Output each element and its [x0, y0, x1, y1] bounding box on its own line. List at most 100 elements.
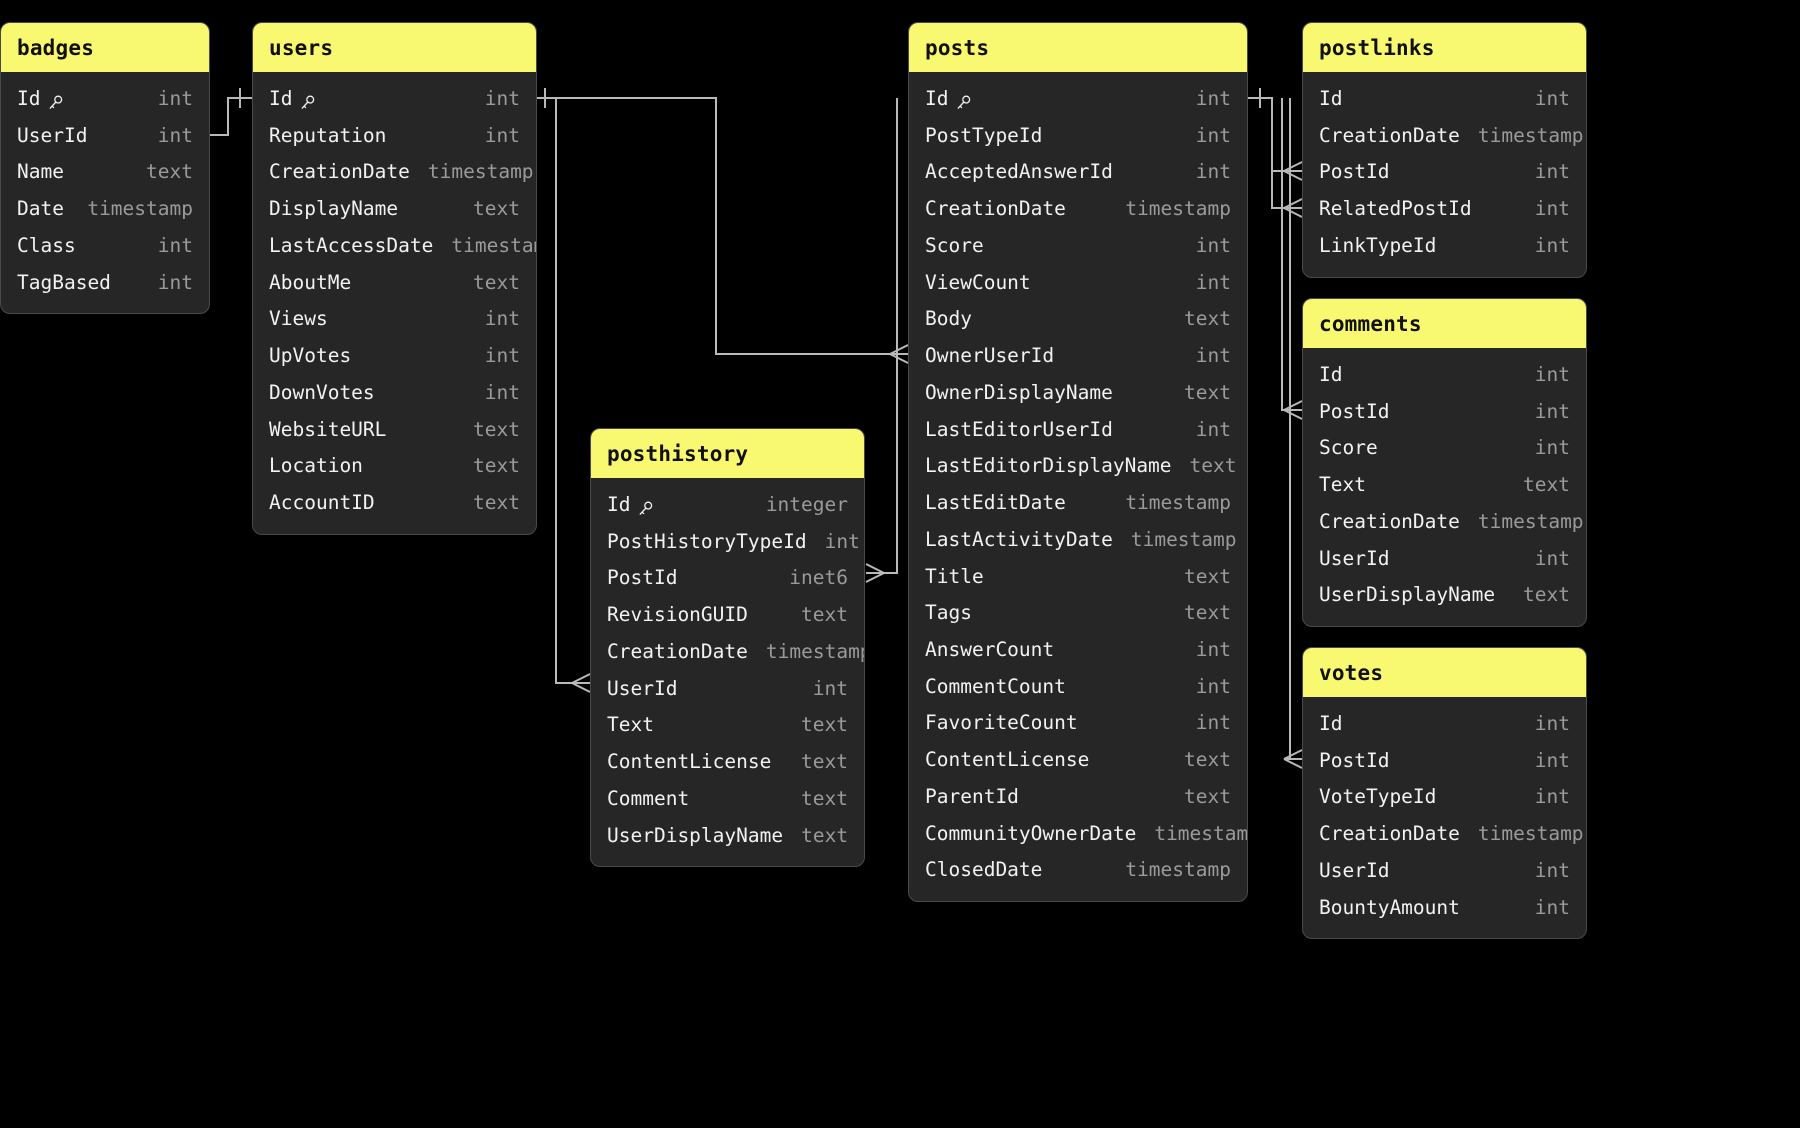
field-type: int: [157, 233, 193, 257]
field-row[interactable]: Tags text: [909, 595, 1247, 632]
field-type: text: [1184, 380, 1231, 404]
field-row[interactable]: ClosedDate timestamp: [909, 852, 1247, 889]
field-row[interactable]: Reputation int: [253, 118, 536, 155]
field-name: VoteTypeId: [1319, 784, 1436, 810]
field-label: Id: [1319, 87, 1343, 110]
field-row[interactable]: UserId int: [591, 671, 864, 708]
table-card-badges[interactable]: badges Id int UserId int Name text Date timestam…: [0, 22, 210, 315]
field-name: ParentId: [925, 784, 1019, 810]
field-type: text: [1184, 748, 1231, 772]
field-row[interactable]: ParentId text: [909, 779, 1247, 816]
field-row[interactable]: Id int: [909, 81, 1247, 118]
field-row[interactable]: TagBased int: [1, 265, 209, 302]
field-row[interactable]: LastEditorDisplayName text: [909, 448, 1247, 485]
table-card-users[interactable]: users Id int Reputation int CreationDate times…: [252, 22, 537, 535]
field-type: timestamp: [87, 197, 193, 221]
field-row[interactable]: AccountID text: [253, 485, 536, 522]
table-card-comments[interactable]: comments Id int PostId int Score int Text text Cr…: [1302, 298, 1587, 628]
field-type: text: [1189, 454, 1237, 478]
field-row[interactable]: FavoriteCount int: [909, 705, 1247, 742]
field-row[interactable]: CommentCount int: [909, 669, 1247, 706]
field-row[interactable]: WebsiteURL text: [253, 412, 536, 449]
field-row[interactable]: PostHistoryTypeId int: [591, 524, 864, 561]
field-label: CommunityOwnerDate: [925, 821, 1137, 845]
field-row[interactable]: LinkTypeId int: [1303, 228, 1586, 265]
field-name: CreationDate: [925, 196, 1066, 222]
field-row[interactable]: DisplayName text: [253, 191, 536, 228]
field-row[interactable]: AnswerCount int: [909, 632, 1247, 669]
field-row[interactable]: Class int: [1, 228, 209, 265]
field-row[interactable]: PostTypeId int: [909, 118, 1247, 155]
edge-posts-comments-postid: [1281, 98, 1303, 420]
table-card-votes[interactable]: votes Id int PostId int VoteTypeId int Creation…: [1302, 647, 1587, 940]
field-label: AboutMe: [269, 270, 352, 294]
field-row[interactable]: UserDisplayName text: [591, 818, 864, 855]
field-row[interactable]: Id int: [1, 81, 209, 118]
field-row[interactable]: AcceptedAnswerId int: [909, 154, 1247, 191]
field-row[interactable]: OwnerUserId int: [909, 338, 1247, 375]
table-card-posthistory[interactable]: posthistory Id integer PostHistoryTypeId int…: [590, 428, 865, 868]
field-label: DownVotes: [269, 380, 375, 404]
field-row[interactable]: Location text: [253, 448, 536, 485]
field-row[interactable]: AboutMe text: [253, 265, 536, 302]
field-label: UserId: [1319, 858, 1390, 882]
field-type: int: [812, 676, 848, 700]
field-row[interactable]: CreationDate timestamp: [1303, 504, 1586, 541]
field-row[interactable]: LastActivityDate timestamp: [909, 522, 1247, 559]
field-row[interactable]: UserId int: [1303, 853, 1586, 890]
field-name: WebsiteURL: [269, 417, 386, 443]
field-type: int: [1195, 233, 1231, 257]
field-row[interactable]: ContentLicense text: [909, 742, 1247, 779]
field-label: Text: [1319, 473, 1366, 497]
table-card-postlinks[interactable]: postlinks Id int CreationDate timestamp PostI…: [1302, 22, 1587, 278]
field-row[interactable]: Name text: [1, 154, 209, 191]
field-row[interactable]: LastEditorUserId int: [909, 412, 1247, 449]
field-row[interactable]: Id int: [1303, 357, 1586, 394]
field-row[interactable]: UserId int: [1303, 541, 1586, 578]
field-name: DisplayName: [269, 196, 398, 222]
field-row[interactable]: Views int: [253, 301, 536, 338]
field-label: DisplayName: [269, 197, 399, 221]
field-row[interactable]: Title text: [909, 559, 1247, 596]
field-row[interactable]: PostId int: [1303, 743, 1586, 780]
field-row[interactable]: OwnerDisplayName text: [909, 375, 1247, 412]
field-row[interactable]: Text text: [1303, 467, 1586, 504]
field-row[interactable]: Score int: [1303, 430, 1586, 467]
table-card-posts[interactable]: posts Id int PostTypeId int AcceptedAnswerId i…: [908, 22, 1248, 903]
field-row[interactable]: Id int: [253, 81, 536, 118]
field-row[interactable]: LastEditDate timestamp: [909, 485, 1247, 522]
field-row[interactable]: PostId int: [1303, 394, 1586, 431]
field-label: Name: [17, 160, 64, 184]
field-row[interactable]: RelatedPostId int: [1303, 191, 1586, 228]
field-name: LinkTypeId: [1319, 233, 1436, 259]
field-name: ViewCount: [925, 270, 1031, 296]
field-row[interactable]: UserDisplayName text: [1303, 577, 1586, 614]
field-row[interactable]: RevisionGUID text: [591, 597, 864, 634]
field-row[interactable]: PostId int: [1303, 154, 1586, 191]
field-row[interactable]: CommunityOwnerDate timestamp: [909, 816, 1247, 853]
field-row[interactable]: UpVotes int: [253, 338, 536, 375]
field-label: ParentId: [925, 784, 1019, 808]
field-row[interactable]: Comment text: [591, 781, 864, 818]
field-row[interactable]: CreationDate timestamp: [253, 154, 536, 191]
field-row[interactable]: ViewCount int: [909, 265, 1247, 302]
field-row[interactable]: ContentLicense text: [591, 744, 864, 781]
field-row[interactable]: Date timestamp: [1, 191, 209, 228]
field-row[interactable]: CreationDate timestamp: [1303, 816, 1586, 853]
field-row[interactable]: LastAccessDate timestamp: [253, 228, 536, 265]
field-row[interactable]: Text text: [591, 707, 864, 744]
field-row[interactable]: DownVotes int: [253, 375, 536, 412]
field-row[interactable]: Body text: [909, 301, 1247, 338]
field-row[interactable]: BountyAmount int: [1303, 890, 1586, 927]
field-row[interactable]: CreationDate timestamp: [1303, 118, 1586, 155]
field-row[interactable]: Id int: [1303, 81, 1586, 118]
field-row[interactable]: PostId inet6: [591, 560, 864, 597]
field-label: LinkTypeId: [1319, 233, 1437, 257]
field-row[interactable]: VoteTypeId int: [1303, 779, 1586, 816]
field-row[interactable]: Score int: [909, 228, 1247, 265]
field-row[interactable]: Id integer: [591, 487, 864, 524]
field-row[interactable]: CreationDate timestamp: [591, 634, 864, 671]
field-row[interactable]: CreationDate timestamp: [909, 191, 1247, 228]
field-row[interactable]: Id int: [1303, 706, 1586, 743]
field-row[interactable]: UserId int: [1, 118, 209, 155]
